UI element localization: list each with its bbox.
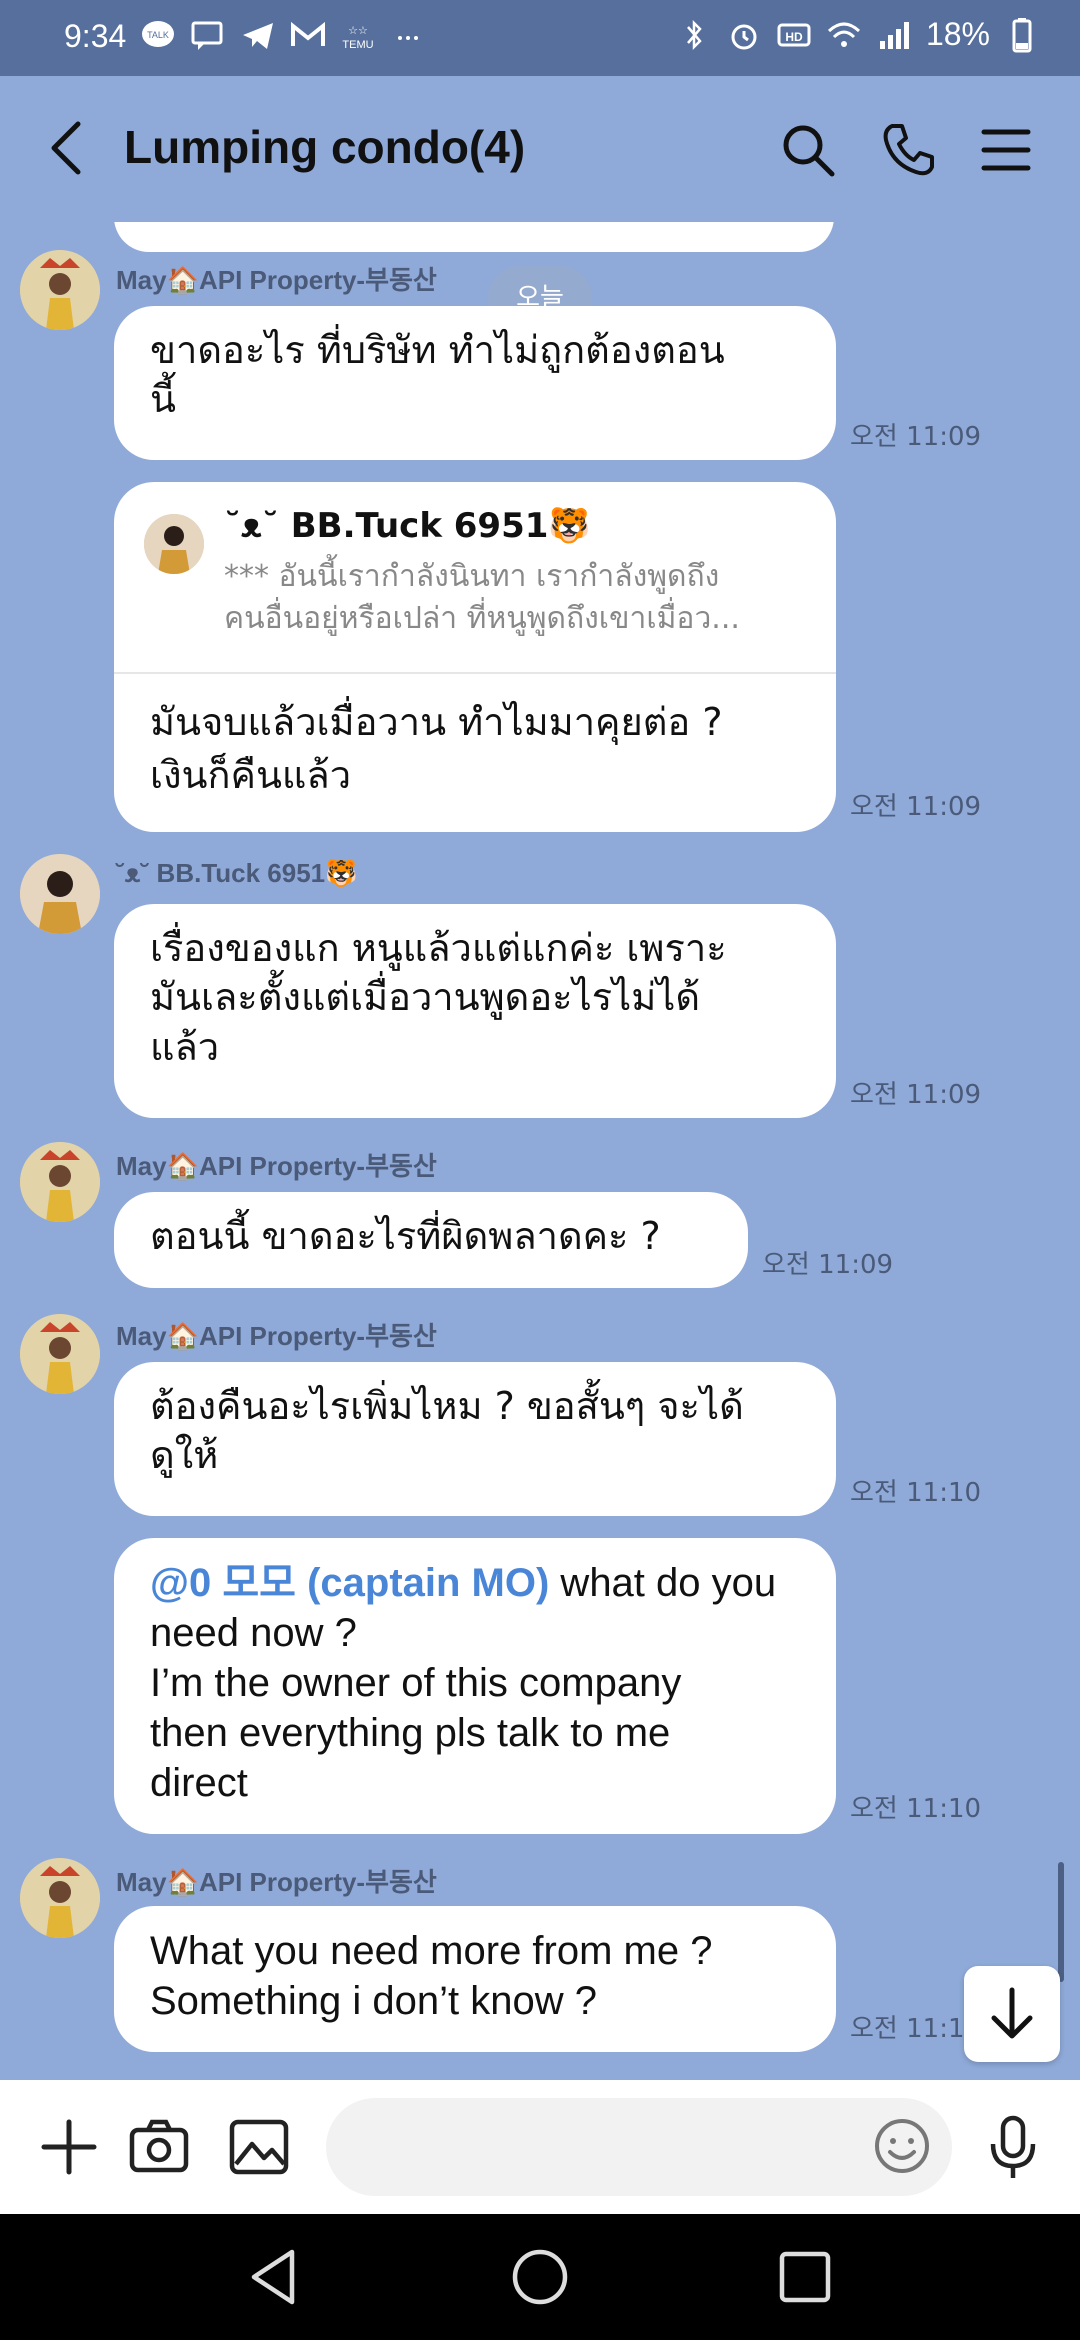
telegram-icon xyxy=(243,23,273,49)
message-line: @0 모모 (captain MO) what do you xyxy=(150,1558,800,1608)
message-line: ขาดอะไร ที่บริษัท ทำไม่ถูกต้องตอน xyxy=(150,328,725,372)
reply-message-bubble[interactable]: ˘ᴥ˘ BB.Tuck 6951🐯 *** อันนี้เรากำลังนินท… xyxy=(114,482,836,832)
message-time: 오전 11:10 xyxy=(850,1478,982,1508)
message-line: What you need more from me ? xyxy=(150,1929,713,1973)
message-line: direct xyxy=(150,1761,248,1805)
sender-name: May🏠API Property-부동산 xyxy=(116,1151,437,1181)
sender-name: May🏠API Property-부동산 xyxy=(116,1321,437,1351)
svg-text:☆☆: ☆☆ xyxy=(348,25,368,37)
quoted-line: *** อันนี้เรากำลังนินทา เรากำลังพูดถึง xyxy=(224,559,720,594)
message-bubble[interactable]: ตอนนี้ ขาดอะไรที่ผิดพลาดคะ ? xyxy=(114,1192,748,1288)
avatar[interactable] xyxy=(20,1314,100,1394)
quoted-text: *** อันนี้เรากำลังนินทา เรากำลังพูดถึง ค… xyxy=(224,556,804,640)
message-time: 오전 11:10 xyxy=(850,1794,982,1824)
battery-icon xyxy=(1012,17,1032,52)
message-line: มันเละตั้งแต่เมื่อวานพูดอะไรไม่ได้ xyxy=(150,975,701,1020)
mention-link[interactable]: @0 모모 (captain MO) xyxy=(150,1561,549,1605)
wifi-icon xyxy=(827,22,860,47)
message-input[interactable] xyxy=(326,2098,952,2196)
phone-icon[interactable] xyxy=(878,120,938,180)
signal-icon xyxy=(879,21,909,49)
message-time: 오전 11:09 xyxy=(850,422,982,452)
search-icon[interactable] xyxy=(778,120,838,180)
svg-text:TEMU: TEMU xyxy=(342,39,373,51)
menu-icon[interactable] xyxy=(976,120,1036,180)
avatar[interactable] xyxy=(20,854,100,934)
previous-message-bubble xyxy=(114,222,834,252)
recents-square-icon[interactable] xyxy=(770,2242,840,2312)
arrow-down-icon xyxy=(991,1987,1033,2039)
message-line: need now ? xyxy=(150,1611,357,1655)
back-arrow-icon[interactable] xyxy=(44,118,94,178)
temu-icon: ☆☆ TEMU xyxy=(342,25,373,51)
svg-text:HD: HD xyxy=(785,30,803,44)
notification-icons: TALK ☆☆ TEMU xyxy=(140,18,426,54)
message-icon xyxy=(191,21,223,50)
svg-text:TALK: TALK xyxy=(147,30,169,40)
reply-text: มันจบแล้วเมื่อวาน ทำไมมาคุยต่อ ? เงินก็ค… xyxy=(114,674,836,822)
chat-messages[interactable]: May🏠API Property-부동산 오늘 ขาดอะไร ที่บริษั… xyxy=(0,222,1080,2080)
message-time: 오전 11:11 xyxy=(850,2014,982,2044)
system-navigation-bar xyxy=(0,2214,1080,2340)
quoted-sender: ˘ᴥ˘ BB.Tuck 6951🐯 xyxy=(224,506,591,546)
message-bubble[interactable]: เรื่องของแก หนูแล้วแต่แกค่ะ เพราะ มันเละ… xyxy=(114,904,836,1118)
battery-level: 18% xyxy=(925,16,990,52)
message-line: มันจบแล้วเมื่อวาน ทำไมมาคุยต่อ ? xyxy=(150,700,723,744)
quoted-line: คนอื่นอยู่หรือเปล่า ที่หนูพูดถึงเขาเมื่อ… xyxy=(224,601,740,636)
chat-header: Lumping condo(4) xyxy=(0,76,1080,222)
message-line: Something i don’t know ? xyxy=(150,1979,597,2023)
back-triangle-icon[interactable] xyxy=(240,2242,310,2312)
message-line: then everything pls talk to me xyxy=(150,1711,671,1755)
camera-icon[interactable] xyxy=(124,2112,194,2182)
message-line: เงินก็คืนแล้ว xyxy=(150,753,352,798)
message-time: 오전 11:09 xyxy=(762,1250,894,1280)
alarm-icon xyxy=(731,24,757,49)
chat-title: Lumping condo(4) xyxy=(124,121,526,173)
image-icon[interactable] xyxy=(224,2112,294,2182)
status-bar: 9:34 TALK ☆☆ TEMU HD 18% xyxy=(0,0,1080,76)
message-line: ต้องคืนอะไรเพิ่มไหม ? ขอสั้นๆ จะได้ xyxy=(150,1384,744,1428)
avatar[interactable] xyxy=(20,250,100,330)
scrollbar[interactable] xyxy=(1058,1862,1064,1982)
talk-icon: TALK xyxy=(142,21,174,47)
sender-name: May🏠API Property-부동산 xyxy=(116,1867,437,1897)
message-bubble[interactable]: ขาดอะไร ที่บริษัท ทำไม่ถูกต้องตอน นี้ xyxy=(114,306,836,460)
bluetooth-icon xyxy=(687,19,702,50)
gmail-icon xyxy=(291,21,325,46)
home-circle-icon[interactable] xyxy=(505,2242,575,2312)
message-line: เรื่องของแก หนูแล้วแต่แกค่ะ เพราะ xyxy=(150,926,727,970)
quoted-message[interactable]: ˘ᴥ˘ BB.Tuck 6951🐯 *** อันนี้เรากำลังนินท… xyxy=(114,482,836,674)
hd-icon: HD xyxy=(777,23,811,46)
status-time: 9:34 xyxy=(64,18,127,54)
microphone-icon[interactable] xyxy=(978,2112,1048,2182)
message-bubble[interactable]: ต้องคืนอะไรเพิ่มไหม ? ขอสั้นๆ จะได้ ดูให… xyxy=(114,1362,836,1516)
plus-icon[interactable] xyxy=(34,2112,104,2182)
message-text: what do you xyxy=(549,1561,777,1605)
avatar[interactable] xyxy=(20,1858,100,1938)
sender-name: ˘ᴥ˘ BB.Tuck 6951🐯 xyxy=(116,858,358,888)
sender-name: May🏠API Property-부동산 xyxy=(116,265,437,295)
message-line: ดูให้ xyxy=(150,1433,219,1478)
message-bubble[interactable]: @0 모모 (captain MO) what do you need now … xyxy=(114,1538,836,1834)
system-icons: HD 18% xyxy=(676,16,1040,53)
more-icon xyxy=(398,36,418,40)
message-bubble[interactable]: What you need more from me ? Something i… xyxy=(114,1906,836,2052)
message-input-bar xyxy=(0,2080,1080,2214)
message-line: ตอนนี้ ขาดอะไรที่ผิดพลาดคะ ? xyxy=(150,1214,661,1258)
message-line: แล้ว xyxy=(150,1024,220,1069)
message-time: 오전 11:09 xyxy=(850,792,982,822)
avatar[interactable] xyxy=(20,1142,100,1222)
message-line: นี้ xyxy=(150,377,176,422)
quoted-avatar xyxy=(144,514,204,574)
message-time: 오전 11:09 xyxy=(850,1080,982,1110)
scroll-to-bottom-button[interactable] xyxy=(964,1966,1060,2062)
emoji-icon[interactable] xyxy=(872,2116,932,2176)
message-line: I’m the owner of this company xyxy=(150,1661,682,1705)
